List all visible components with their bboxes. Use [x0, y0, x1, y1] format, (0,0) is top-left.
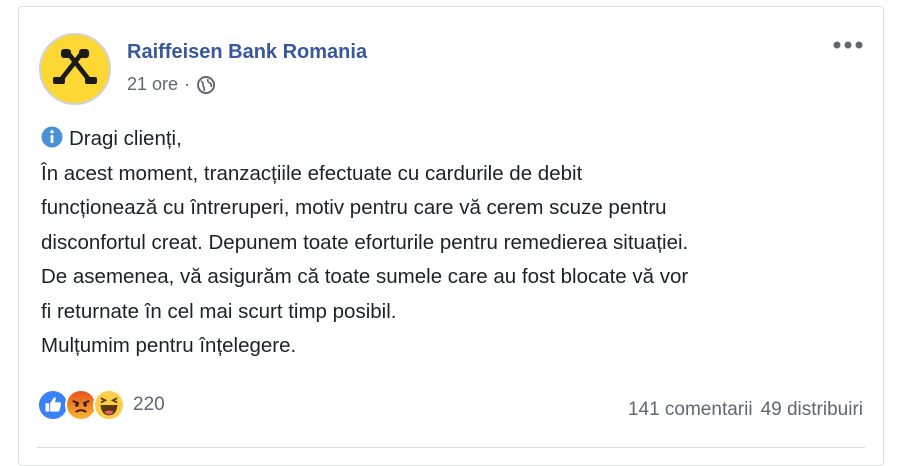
message-line: Dragi clienți,: [41, 122, 871, 157]
post-card: Raiffeisen Bank Romania 21 ore · Dragi c…: [18, 6, 884, 466]
more-options-button[interactable]: [831, 35, 865, 55]
haha-icon: [93, 389, 125, 421]
message-text: Dragi clienți,: [69, 127, 182, 150]
post-message: Dragi clienți, În acest moment, tranzacț…: [41, 122, 871, 364]
more-options-icon: [833, 41, 863, 49]
raiffeisen-logo-icon: [41, 35, 109, 103]
globe-icon[interactable]: [196, 75, 216, 95]
message-line: În acest moment, tranzacțiile efectuate …: [41, 161, 583, 185]
reactions-summary[interactable]: 220: [37, 389, 165, 421]
reaction-count: 220: [133, 394, 165, 415]
message-line: Mulțumim pentru înțelegere.: [41, 334, 297, 357]
post-timestamp[interactable]: 21 ore: [127, 74, 178, 95]
info-icon: [41, 125, 63, 148]
meta-separator: ·: [184, 74, 191, 94]
message-line: fi returnate în cel mai scurt timp posib…: [41, 299, 397, 323]
page-avatar[interactable]: [39, 33, 111, 105]
action-divider: [37, 447, 865, 448]
comments-count-link[interactable]: 141 comentarii: [628, 399, 753, 421]
message-line: De asemenea, vă asigurăm că toate sumele…: [41, 265, 689, 288]
post-meta: 21 ore ·: [127, 74, 216, 95]
page-name-link[interactable]: Raiffeisen Bank Romania: [127, 41, 367, 64]
post-stats: 141 comentarii 49 distribuiri: [628, 399, 863, 421]
shares-count-link[interactable]: 49 distribuiri: [761, 399, 863, 421]
message-line: disconfortul creat. Depunem toate efortu…: [41, 230, 689, 254]
message-line: funcționează cu întreruperi, motiv pentr…: [41, 196, 667, 219]
